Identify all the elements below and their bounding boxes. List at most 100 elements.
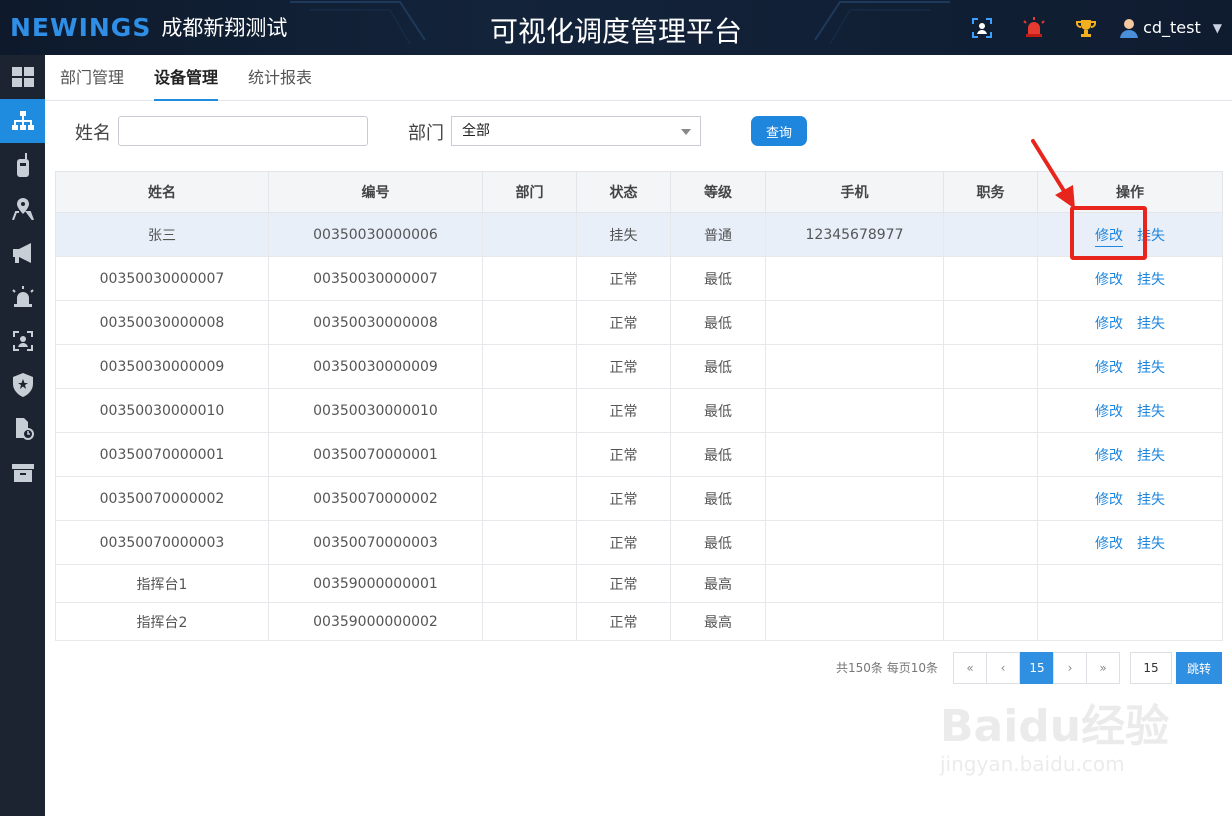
table-row[interactable]: 00350030000009 00350030000009 正常 最低 修改 挂失 [55,344,1223,389]
cell-level: 最低 [670,432,766,477]
table-row[interactable]: 00350030000010 00350030000010 正常 最低 修改 挂失 [55,388,1223,433]
trophy-icon[interactable] [1075,17,1097,39]
sidebar-item-device-log[interactable] [0,407,45,451]
megaphone-icon [12,243,31,263]
cell-status: 正常 [576,476,671,521]
cell-name: 00350030000010 [55,388,269,433]
cell-code: 00359000000001 [268,564,483,603]
cell-dept [482,476,577,521]
report-lost-link[interactable]: 挂失 [1137,536,1165,552]
org-chart-icon [11,111,34,130]
cell-code: 00350030000006 [268,212,483,257]
report-lost-link[interactable]: 挂失 [1137,448,1165,464]
chevron-down-icon: ▼ [1212,20,1222,35]
cell-dept [482,256,577,301]
sidebar-item-archive[interactable] [0,451,45,495]
next-page-button[interactable]: › [1053,652,1087,684]
table-row[interactable]: 00350030000007 00350030000007 正常 最低 修改 挂失 [55,256,1223,301]
baidu-watermark: Baidu经验 jingyan.baidu.com [940,680,1170,790]
first-page-button[interactable]: « [953,652,987,684]
chevron-down-icon [681,129,691,135]
edit-link[interactable]: 修改 [1095,227,1123,247]
tab-device[interactable]: 设备管理 [154,55,219,101]
cell-actions: 修改 挂失 [1037,388,1223,433]
cell-status: 正常 [576,602,671,641]
edit-link[interactable]: 修改 [1095,316,1123,332]
page-jump-input[interactable]: 15 [1130,652,1172,684]
cell-level: 普通 [670,212,766,257]
cell-code: 00350070000003 [268,520,483,565]
table-row[interactable]: 00350070000002 00350070000002 正常 最低 修改 挂失 [55,476,1223,521]
cell-level: 最低 [670,300,766,345]
edit-link[interactable]: 修改 [1095,492,1123,508]
pagination-info: 共150条 每页10条 [836,661,938,675]
edit-link[interactable]: 修改 [1095,272,1123,288]
watermark-url: jingyan.baidu.com [940,752,1125,776]
report-lost-link[interactable]: 挂失 [1137,492,1165,508]
top-header: NEWINGS 成都新翔测试 可视化调度管理平台 cd_test ▼ [0,0,1232,55]
report-lost-link[interactable]: 挂失 [1137,404,1165,420]
cell-actions [1037,564,1223,603]
sidebar-item-dashboard[interactable] [0,55,45,99]
table-row[interactable]: 指挥台1 00359000000001 正常 最高 [55,564,1223,603]
col-header-name: 姓名 [55,171,269,213]
report-lost-link[interactable]: 挂失 [1137,316,1165,332]
sidebar-item-org[interactable] [0,99,45,143]
last-page-button[interactable]: » [1086,652,1120,684]
dept-select[interactable]: 全部 [451,116,701,146]
report-lost-link[interactable]: 挂失 [1137,272,1165,288]
cell-phone [765,344,944,389]
alarm-light-icon[interactable] [1023,16,1045,39]
user-menu[interactable]: cd_test ▼ [1119,18,1222,38]
cell-level: 最低 [670,476,766,521]
edit-link[interactable]: 修改 [1095,360,1123,376]
query-button[interactable]: 查询 [751,116,807,146]
table-row[interactable]: 00350070000001 00350070000001 正常 最低 修改 挂失 [55,432,1223,477]
table-row[interactable]: 张三 00350030000006 挂失 普通 12345678977 修改 挂失 [55,212,1223,257]
cell-phone [765,602,944,641]
cell-status: 正常 [576,520,671,565]
col-header-title: 职务 [943,171,1038,213]
cell-title [943,212,1038,257]
cell-code: 00350070000002 [268,476,483,521]
report-lost-link[interactable]: 挂失 [1137,360,1165,376]
cell-status: 正常 [576,564,671,603]
cell-name: 指挥台2 [55,602,269,641]
sidebar-item-map[interactable] [0,187,45,231]
cell-level: 最低 [670,344,766,389]
cell-name: 00350030000008 [55,300,269,345]
cell-status: 正常 [576,432,671,477]
edit-link[interactable]: 修改 [1095,404,1123,420]
watermark-logo: Baidu经验 [940,701,1170,752]
cell-code: 00350030000007 [268,256,483,301]
face-id-icon[interactable] [971,17,993,39]
current-page-button[interactable]: 15 [1020,652,1054,684]
table-row[interactable]: 00350070000003 00350070000003 正常 最低 修改 挂失 [55,520,1223,565]
edit-link[interactable]: 修改 [1095,536,1123,552]
cell-phone [765,564,944,603]
map-pin-icon [11,198,34,220]
report-lost-link[interactable]: 挂失 [1137,228,1165,244]
cell-title [943,388,1038,433]
col-header-code: 编号 [268,171,483,213]
page-jump-button[interactable]: 跳转 [1176,652,1222,684]
cell-status: 正常 [576,388,671,433]
cell-name: 张三 [55,212,269,257]
table-row[interactable]: 指挥台2 00359000000002 正常 最高 [55,602,1223,641]
cell-status: 正常 [576,256,671,301]
cell-phone [765,300,944,345]
sidebar-item-face[interactable] [0,319,45,363]
cell-name: 00350070000003 [55,520,269,565]
edit-link[interactable]: 修改 [1095,448,1123,464]
sidebar-item-radio[interactable] [0,143,45,187]
table-row[interactable]: 00350030000008 00350030000008 正常 最低 修改 挂失 [55,300,1223,345]
prev-page-button[interactable]: ‹ [986,652,1020,684]
tab-statistics[interactable]: 统计报表 [248,55,312,101]
sidebar-item-alarm[interactable] [0,275,45,319]
cell-actions: 修改 挂失 [1037,212,1223,257]
name-input[interactable] [118,116,368,146]
sidebar-item-broadcast[interactable] [0,231,45,275]
sidebar-item-security[interactable] [0,363,45,407]
tab-department[interactable]: 部门管理 [60,55,124,101]
cell-level: 最低 [670,256,766,301]
